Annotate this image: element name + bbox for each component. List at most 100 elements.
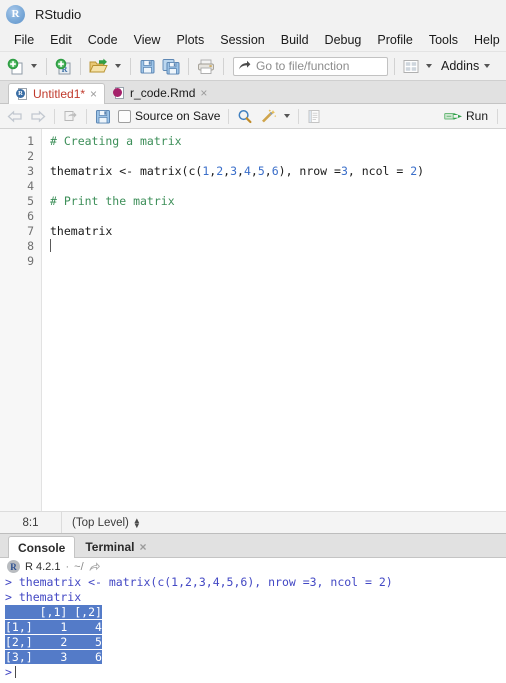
source-tab-r-code-rmd[interactable]: r_code.Rmd ×	[105, 82, 216, 103]
console-output[interactable]: > thematrix <- matrix(c(1,2,3,4,5,6), nr…	[0, 575, 506, 683]
save-button[interactable]	[137, 55, 158, 77]
forward-button[interactable]	[27, 106, 49, 126]
r-logo-icon: R	[7, 560, 20, 573]
main-toolbar: R Go to file/function Addins	[0, 52, 506, 81]
print-button[interactable]	[195, 55, 217, 77]
menu-item-view[interactable]: View	[126, 31, 169, 49]
magic-wand-icon	[262, 108, 277, 122]
source-tab-untitled1[interactable]: R Untitled1* ×	[8, 83, 106, 104]
console-tab-label: Console	[18, 540, 66, 555]
menu-item-profile[interactable]: Profile	[369, 31, 420, 49]
source-on-save-toggle[interactable]: Source on Save	[115, 106, 223, 126]
code-editor[interactable]: 1 2 3 4 5 6 7 8 9 # Creating a matrix th…	[0, 129, 506, 511]
new-file-icon	[7, 58, 23, 74]
source-tab-close-icon[interactable]: ×	[90, 88, 97, 100]
menu-item-session[interactable]: Session	[212, 31, 272, 49]
new-project-button[interactable]: R	[53, 55, 74, 77]
addins-caret-icon[interactable]	[484, 64, 491, 68]
menu-item-tools[interactable]: Tools	[421, 31, 466, 49]
compile-report-icon	[308, 109, 320, 123]
find-replace-button[interactable]	[234, 106, 256, 126]
tab-console[interactable]: Console	[8, 536, 76, 558]
run-button[interactable]: Run	[440, 106, 492, 126]
editor-toolbar: Source on Save Run	[0, 104, 506, 129]
toolbar-separator	[188, 57, 189, 75]
console-input-line: > thematrix <- matrix(c(1,2,3,4,5,6), nr…	[5, 575, 393, 589]
goto-arrow-icon	[239, 60, 251, 70]
code-span: 5	[257, 164, 265, 178]
menu-item-file[interactable]: File	[6, 31, 42, 49]
console-tab-bar: Console Terminal ×	[0, 534, 506, 558]
new-file-dropdown-caret-icon[interactable]	[31, 64, 37, 68]
editor-toolbar-separator	[497, 108, 498, 124]
menu-bar: File Edit Code View Plots Session Build …	[0, 28, 506, 52]
source-pane: R Untitled1* × r_code.Rmd × Source on Sa…	[0, 81, 506, 534]
workspace-panes-caret-icon[interactable]	[426, 64, 432, 68]
new-file-button[interactable]	[5, 55, 26, 77]
editor-save-button[interactable]	[92, 106, 114, 126]
console-cursor	[14, 666, 16, 678]
workspace-panes-button[interactable]	[401, 55, 421, 77]
code-line-with-cursor	[50, 239, 506, 254]
menu-item-edit[interactable]: Edit	[42, 31, 80, 49]
code-span: 3	[230, 164, 238, 178]
working-directory-label[interactable]: ~/	[74, 561, 83, 573]
line-number: 3	[27, 164, 34, 178]
open-in-new-icon[interactable]	[88, 561, 100, 572]
code-span: thematrix <- matrix(c(	[50, 164, 203, 178]
console-pane: Console Terminal × R R 4.2.1 · ~/ > them…	[0, 534, 506, 683]
menu-item-code[interactable]: Code	[80, 31, 126, 49]
line-number: 6	[27, 209, 34, 223]
run-label: Run	[465, 109, 488, 123]
line-number: 8	[27, 239, 34, 253]
magnifier-icon	[238, 109, 252, 123]
code-scope-selector[interactable]: (Top Level) ▲ ▼	[62, 516, 141, 529]
code-span: ), nrow =	[278, 164, 341, 178]
addins-label[interactable]: Addins	[441, 59, 479, 73]
console-output-line: [1,] 1 4	[5, 620, 506, 635]
console-prompt: >	[5, 665, 12, 679]
source-tab-label: r_code.Rmd	[130, 86, 196, 100]
terminal-tab-label: Terminal	[85, 539, 135, 554]
menu-item-build[interactable]: Build	[273, 31, 317, 49]
print-icon	[198, 59, 214, 74]
save-all-button[interactable]	[160, 55, 182, 77]
code-tools-button[interactable]	[257, 106, 280, 126]
menu-item-plots[interactable]: Plots	[168, 31, 212, 49]
save-icon	[96, 109, 110, 123]
goto-file-function-input[interactable]: Go to file/function	[233, 56, 388, 76]
back-button[interactable]	[4, 106, 26, 126]
editor-toolbar-separator	[86, 108, 87, 124]
window-title: RStudio	[35, 6, 82, 22]
open-file-dropdown-caret-icon[interactable]	[115, 64, 121, 68]
menu-item-help[interactable]: Help	[466, 31, 506, 49]
compile-report-button[interactable]	[304, 106, 324, 126]
console-prompt-line[interactable]: >	[5, 665, 506, 680]
code-line: # Print the matrix	[50, 194, 175, 208]
console-output-line: [3,] 3 6	[5, 650, 506, 665]
code-tools-caret-icon[interactable]	[284, 114, 291, 118]
show-in-new-window-button[interactable]	[60, 106, 81, 126]
line-number: 9	[27, 254, 34, 268]
code-text-area[interactable]: # Creating a matrix thematrix <- matrix(…	[42, 129, 506, 511]
line-number: 7	[27, 224, 34, 238]
open-file-button[interactable]	[87, 55, 110, 77]
rstudio-logo-icon: R	[6, 4, 25, 24]
tab-terminal[interactable]: Terminal ×	[75, 535, 156, 557]
open-folder-icon	[89, 58, 108, 72]
console-output-line: [,1] [,2]	[5, 605, 506, 620]
menu-item-debug[interactable]: Debug	[317, 31, 370, 49]
line-number: 1	[27, 134, 34, 148]
editor-toolbar-separator	[298, 108, 300, 124]
source-tab-close-icon[interactable]: ×	[200, 87, 207, 99]
code-span: , ncol =	[347, 164, 411, 178]
code-span: )	[417, 164, 425, 178]
code-span: ,	[264, 164, 272, 178]
title-bar: R RStudio	[0, 0, 506, 28]
rstudio-window: R RStudio File Edit Code View Plots Sess…	[0, 0, 506, 683]
source-on-save-checkbox[interactable]	[118, 109, 131, 123]
code-span: ,	[237, 164, 244, 178]
source-tab-bar: R Untitled1* × r_code.Rmd ×	[0, 81, 506, 104]
terminal-tab-close-icon[interactable]: ×	[139, 541, 146, 553]
